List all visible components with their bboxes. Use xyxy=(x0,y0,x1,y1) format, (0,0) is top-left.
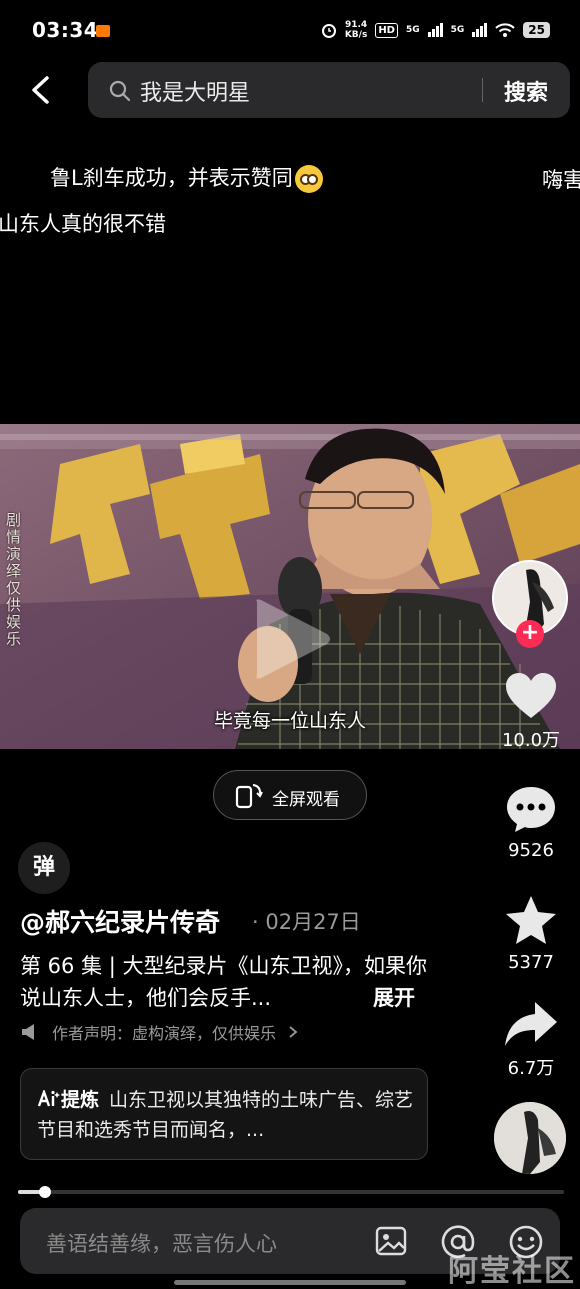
network-label-1: 5G xyxy=(405,25,420,35)
alarm-icon xyxy=(321,24,336,38)
ai-summary-text: 提炼 山东卫视以其独特的土味广告、综艺节目和选秀节目而闻名，... xyxy=(37,1088,414,1141)
comment-icon xyxy=(507,787,555,832)
search-bar[interactable]: 我是大明星 搜索 xyxy=(88,62,570,118)
share-count: 6.7万 xyxy=(507,1058,555,1079)
danmaku-toggle-button[interactable]: 弹 xyxy=(18,842,70,894)
share-button[interactable]: 6.7万 xyxy=(492,1000,570,1080)
playback-progress[interactable] xyxy=(18,1186,564,1198)
danmaku-comment: 山东人真的很不错 xyxy=(0,212,166,236)
music-disc-image xyxy=(494,1102,566,1174)
favorite-button[interactable]: 5377 xyxy=(492,894,570,973)
play-icon[interactable] xyxy=(245,594,335,684)
search-submit-button[interactable]: 搜索 xyxy=(504,75,548,107)
danmaku-comment: 鲁L刹车成功，并表示赞同 xyxy=(50,162,323,193)
chevron-right-icon xyxy=(289,1026,298,1038)
site-watermark: 阿莹社区 xyxy=(448,1254,576,1289)
like-button[interactable]: 10.0万 xyxy=(492,672,570,752)
search-icon xyxy=(109,80,131,102)
chevron-left-icon xyxy=(32,76,49,104)
star-icon xyxy=(506,896,556,944)
fullscreen-button[interactable]: 全屏观看 xyxy=(213,770,367,820)
back-button[interactable] xyxy=(22,70,62,110)
battery-icon: 25 xyxy=(523,22,550,38)
status-icons: 91.4 KB/s HD 5G 5G 25 xyxy=(321,20,550,40)
app-notification-icon xyxy=(96,25,110,37)
comment-button[interactable]: 9526 xyxy=(492,784,570,861)
video-watermark: 剧情演绎仅供娱乐 xyxy=(6,511,22,648)
image-icon[interactable] xyxy=(374,1224,408,1258)
share-arrow-icon xyxy=(505,1002,557,1046)
status-time: 03:34 xyxy=(32,18,99,42)
favorite-count: 5377 xyxy=(508,952,554,973)
ai-icon xyxy=(37,1088,60,1107)
status-bar: 03:34 91.4 KB/s HD 5G 5G 25 xyxy=(0,0,580,56)
author-name[interactable]: @郝六纪录片传奇 xyxy=(20,903,220,939)
expand-button[interactable]: 展开 xyxy=(373,982,415,1012)
danmaku-comment: 嗨害 xyxy=(542,168,580,192)
heart-icon xyxy=(506,673,556,718)
net-speed: 91.4 KB/s xyxy=(344,20,368,40)
comment-count: 9526 xyxy=(508,840,554,861)
signal-icon xyxy=(427,23,443,37)
music-disc[interactable] xyxy=(494,1102,566,1174)
comment-input[interactable]: 善语结善缘，恶言伤人心 xyxy=(46,1228,277,1258)
flushed-emoji-icon xyxy=(294,165,323,193)
search-input[interactable]: 我是大明星 xyxy=(140,75,250,107)
post-date: · 02月27日 xyxy=(252,910,361,934)
author-disclaimer[interactable]: 作者声明：虚构演绎，仅供娱乐 xyxy=(20,1020,298,1044)
hd-badge: HD xyxy=(375,22,398,38)
megaphone-icon xyxy=(22,1024,34,1040)
follow-button[interactable]: + xyxy=(516,620,544,648)
home-indicator xyxy=(174,1280,406,1285)
disclaimer-text: 作者声明：虚构演绎，仅供娱乐 xyxy=(52,1024,277,1043)
network-label-2: 5G xyxy=(450,25,465,35)
like-count: 10.0万 xyxy=(501,730,561,751)
rotate-phone-icon xyxy=(235,784,263,809)
search-divider xyxy=(482,78,483,102)
signal-icon xyxy=(472,23,488,37)
fullscreen-label: 全屏观看 xyxy=(272,790,340,810)
progress-thumb[interactable] xyxy=(39,1186,52,1198)
ai-summary-card[interactable]: 提炼 山东卫视以其独特的土味广告、综艺节目和选秀节目而闻名，... xyxy=(20,1068,428,1160)
wifi-icon xyxy=(495,23,515,37)
ai-tag: 提炼 xyxy=(37,1088,99,1111)
